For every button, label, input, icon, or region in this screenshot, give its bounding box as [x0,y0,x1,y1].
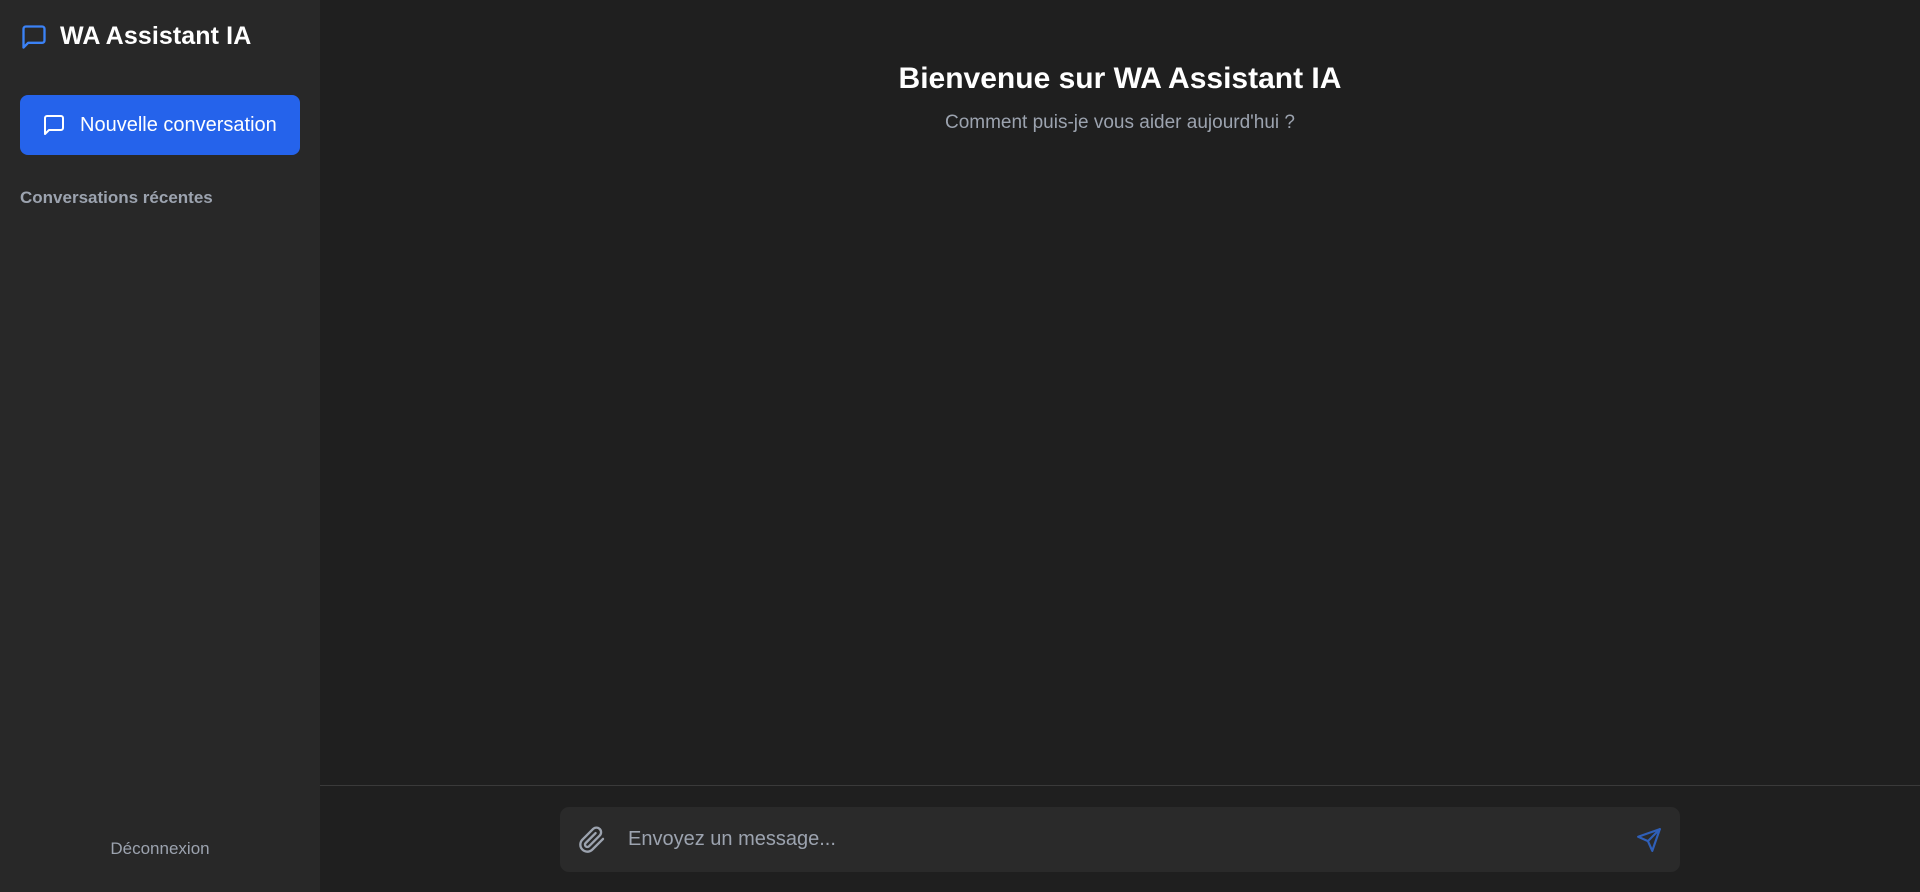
welcome-title: Bienvenue sur WA Assistant IA [898,62,1342,95]
chat-bubble-icon [22,24,46,49]
recent-conversations-heading: Conversations récentes [20,188,213,207]
new-conversation-label: Nouvelle conversation [80,113,277,136]
welcome-subtitle: Comment puis-je vous aider aujourd'hui ? [944,112,1296,133]
message-input[interactable] [626,827,1620,852]
logout-button[interactable]: Déconnexion [0,838,320,860]
brand: WA Assistant IA [20,22,251,51]
send-icon [1637,827,1661,852]
app-root: WA Assistant IA Nouvelle conversation Co… [0,0,1920,892]
new-conversation-button[interactable]: Nouvelle conversation [20,95,300,155]
main-panel: Bienvenue sur WA Assistant IA Comment pu… [320,0,1920,892]
send-button[interactable] [1636,827,1662,853]
welcome-section: Bienvenue sur WA Assistant IA Comment pu… [320,62,1920,134]
composer-divider [320,785,1920,786]
app-title: WA Assistant IA [60,22,252,50]
chat-bubble-icon [44,115,64,135]
sidebar: WA Assistant IA Nouvelle conversation Co… [0,0,320,892]
attach-button[interactable] [578,825,606,854]
paperclip-icon [579,825,605,853]
message-composer [560,807,1680,872]
